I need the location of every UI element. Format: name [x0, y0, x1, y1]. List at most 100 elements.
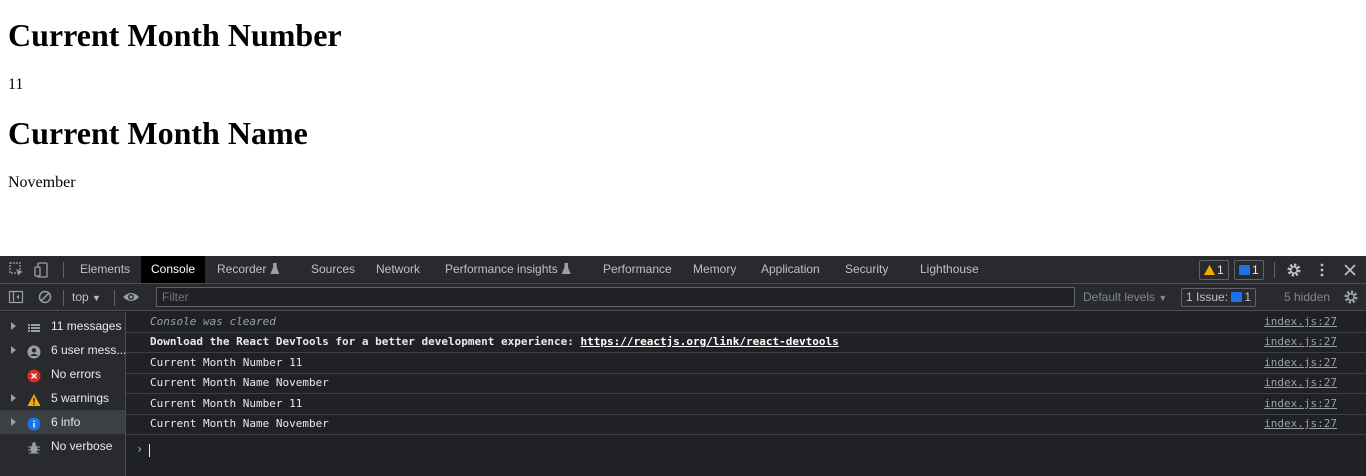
error-icon: [27, 367, 41, 383]
sidebar-item-errors[interactable]: No errors: [0, 362, 125, 386]
console-settings-gear-icon[interactable]: [1342, 288, 1360, 309]
sidebar-toggle-icon[interactable]: [8, 289, 24, 308]
tab-network[interactable]: Network: [366, 256, 430, 283]
console-message-text: Current Month Number 11: [150, 356, 303, 369]
console-input-caret[interactable]: [149, 444, 150, 457]
heading-month-number: Current Month Number: [8, 17, 342, 53]
sidebar-item-user-messages[interactable]: 6 user mess...: [0, 338, 127, 362]
sidebar-item-info[interactable]: 6 info: [0, 410, 125, 434]
console-filter-input[interactable]: [156, 287, 1075, 307]
source-link[interactable]: index.js:27: [1264, 394, 1337, 414]
console-toolbar: top ▼ Default levels ▼ 1 Issue: 1 5 hidd…: [0, 284, 1366, 311]
console-message-text: Download the React DevTools for a better…: [150, 332, 839, 352]
source-link[interactable]: index.js:27: [1264, 373, 1337, 393]
issues-button[interactable]: 1 Issue: 1: [1181, 288, 1257, 307]
bug-icon: [27, 439, 41, 454]
user-icon: [27, 343, 41, 359]
tab-performance[interactable]: Performance: [593, 256, 682, 283]
tab-recorder-label: Recorder: [217, 262, 267, 276]
tab-lighthouse[interactable]: Lighthouse: [910, 256, 989, 283]
device-toolbar-icon[interactable]: [33, 261, 51, 279]
tab-recorder[interactable]: Recorder: [207, 256, 289, 283]
inspect-element-icon[interactable]: [8, 261, 26, 279]
tab-elements[interactable]: Elements: [70, 256, 140, 283]
more-options-icon[interactable]: [1313, 261, 1331, 279]
list-icon: [27, 319, 41, 333]
toolbar-divider: [114, 290, 115, 306]
month-number-value: 11: [8, 76, 24, 93]
tabbar-divider: [63, 262, 64, 278]
heading-month-name: Current Month Name: [8, 115, 308, 151]
tab-application[interactable]: Application: [751, 256, 830, 283]
chevron-down-icon: ▼: [92, 293, 101, 303]
sidebar-item-label: 11 messages: [51, 319, 122, 333]
experiment-flask-icon: [270, 263, 280, 274]
console-message-text: Current Month Number 11: [150, 397, 303, 410]
source-link[interactable]: index.js:27: [1264, 414, 1337, 434]
sidebar-item-label: 5 warnings: [51, 391, 110, 405]
log-levels-label: Default levels: [1083, 290, 1156, 304]
tab-memory[interactable]: Memory: [683, 256, 746, 283]
settings-gear-icon[interactable]: [1285, 261, 1303, 279]
expand-arrow-icon: [11, 418, 16, 426]
tab-security[interactable]: Security: [835, 256, 898, 283]
console-message: Current Month Name November index.js:27: [126, 414, 1366, 435]
console-sidebar: 11 messages 6 user mess... No errors 5 w…: [0, 312, 126, 476]
warnings-badge-count: 1: [1217, 263, 1224, 277]
message-icon: [1231, 292, 1243, 302]
console-message: Current Month Name November index.js:27: [126, 373, 1366, 394]
sidebar-item-messages[interactable]: 11 messages: [0, 314, 125, 338]
month-name-value: November: [8, 174, 76, 191]
tabbar-divider: [1274, 262, 1275, 278]
messages-badge-count: 1: [1252, 263, 1259, 277]
messages-badge[interactable]: 1: [1234, 260, 1264, 280]
sidebar-item-warnings[interactable]: 5 warnings: [0, 386, 125, 410]
tab-console[interactable]: Console: [141, 256, 206, 283]
react-devtools-link[interactable]: https://reactjs.org/link/react-devtools: [580, 335, 838, 348]
source-link[interactable]: index.js:27: [1264, 312, 1337, 332]
message-icon: [1239, 265, 1250, 275]
devtools-panel: Elements Console Recorder Sources Networ…: [0, 256, 1366, 476]
issues-count: 1: [1244, 290, 1252, 304]
devtools-tabbar: Elements Console Recorder Sources Networ…: [0, 256, 1366, 284]
expand-arrow-icon: [11, 322, 16, 330]
sidebar-item-label: 6 user mess...: [51, 343, 127, 357]
info-icon: [27, 415, 41, 431]
log-levels-dropdown[interactable]: Default levels ▼: [1083, 290, 1167, 304]
live-expression-eye-icon[interactable]: [122, 289, 140, 308]
warning-icon: [27, 391, 41, 406]
tab-sources[interactable]: Sources: [301, 256, 365, 283]
console-message: Console was cleared index.js:27: [126, 312, 1366, 333]
expand-arrow-icon: [11, 394, 16, 402]
console-prompt-chevron-icon: ›: [136, 442, 144, 456]
console-output: Console was cleared index.js:27 Download…: [126, 312, 1366, 476]
close-icon[interactable]: [1341, 261, 1359, 279]
sidebar-item-verbose[interactable]: No verbose: [0, 434, 125, 458]
warning-icon: [1204, 265, 1215, 275]
expand-arrow-icon: [11, 346, 16, 354]
source-link[interactable]: index.js:27: [1264, 353, 1337, 373]
console-message-prefix: Download the React DevTools for a better…: [150, 335, 581, 348]
console-message: Download the React DevTools for a better…: [126, 332, 1366, 353]
tab-performance-insights[interactable]: Performance insights: [435, 256, 581, 283]
warnings-badge[interactable]: 1: [1199, 260, 1229, 280]
toolbar-divider: [63, 290, 64, 306]
console-message: Current Month Number 11 index.js:27: [126, 353, 1366, 374]
sidebar-item-label: No errors: [51, 367, 102, 381]
source-link[interactable]: index.js:27: [1264, 332, 1337, 352]
chevron-down-icon: ▼: [1158, 293, 1168, 303]
console-message: Current Month Number 11 index.js:27: [126, 394, 1366, 415]
issues-label: 1 Issue:: [1186, 290, 1229, 304]
console-message-text: Console was cleared: [150, 315, 276, 328]
hidden-count: 5 hidden: [1284, 290, 1331, 304]
sidebar-item-label: No verbose: [51, 439, 113, 453]
context-selector[interactable]: top ▼: [72, 290, 101, 304]
sidebar-item-label: 6 info: [51, 415, 81, 429]
context-label: top: [72, 290, 89, 304]
console-message-text: Current Month Name November: [150, 376, 329, 389]
clear-console-icon[interactable]: [37, 289, 53, 308]
tab-performance-insights-label: Performance insights: [445, 262, 558, 276]
rendered-page: Current Month Number 11 Current Month Na…: [0, 0, 1366, 256]
console-message-text: Current Month Name November: [150, 417, 329, 430]
experiment-flask-icon: [561, 263, 571, 274]
